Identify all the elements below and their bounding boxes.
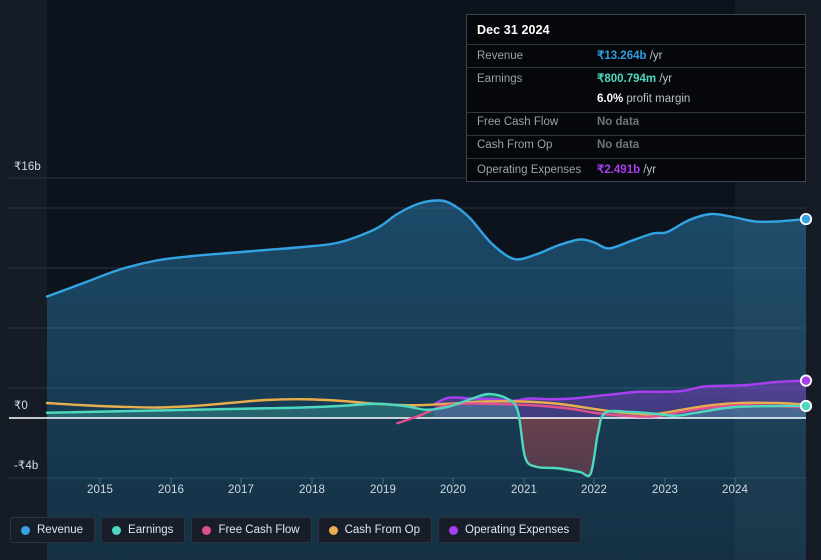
x-axis-tick-2017: 2017 bbox=[228, 484, 254, 496]
legend-item-cash-from-op[interactable]: Cash From Op bbox=[317, 517, 433, 543]
revenue-endpoint-marker bbox=[799, 212, 813, 226]
operating-expenses-endpoint-marker bbox=[799, 374, 813, 387]
tooltip-row-value: ₹2.491b /yr bbox=[597, 164, 657, 176]
tooltip-row-label: Cash From Op bbox=[477, 139, 553, 151]
x-axis-tick-2016: 2016 bbox=[158, 484, 184, 496]
legend-item-label: Operating Expenses bbox=[465, 524, 570, 536]
tooltip-row-value: No data bbox=[597, 116, 640, 128]
earnings-endpoint-marker bbox=[799, 399, 813, 413]
tooltip-row-label: Operating Expenses bbox=[477, 164, 582, 176]
legend-color-dot-icon bbox=[21, 525, 30, 535]
tooltip-rows: Revenue ₹13.264b /yr Earnings ₹800.794m /yr… bbox=[467, 44, 805, 181]
y-axis-label-top: ₹16b bbox=[14, 161, 41, 173]
legend-item-label: Cash From Op bbox=[344, 524, 421, 536]
x-axis-tick-2018: 2018 bbox=[299, 484, 325, 496]
tooltip-row-label: Revenue bbox=[477, 50, 524, 62]
tooltip-row-value: ₹13.264b /yr bbox=[597, 50, 663, 62]
legend-item-revenue[interactable]: Revenue bbox=[10, 517, 96, 543]
tooltip-row-label: Earnings bbox=[477, 73, 523, 85]
legend-color-dot-icon bbox=[328, 525, 338, 535]
y-axis-label-zero: ₹0 bbox=[14, 400, 28, 412]
legend-color-dot-icon bbox=[112, 525, 122, 535]
y-axis-label-bottom: -₹4b bbox=[14, 460, 39, 472]
chart-legend[interactable]: Revenue Earnings Free Cash Flow Cash From O… bbox=[10, 517, 582, 543]
x-axis-tick-2022: 2022 bbox=[581, 484, 607, 496]
x-axis-tick-2019: 2019 bbox=[370, 484, 396, 496]
x-axis-tick-2024: 2024 bbox=[722, 484, 748, 496]
legend-item-earnings[interactable]: Earnings bbox=[101, 517, 186, 543]
tooltip-row-label: Free Cash Flow bbox=[477, 116, 559, 128]
legend-item-operating-expenses[interactable]: Operating Expenses bbox=[438, 517, 582, 543]
tooltip-row: Earnings ₹800.794m /yr bbox=[467, 67, 805, 90]
data-tooltip: Dec 31 2024 Revenue ₹13.264b /yr Earnings ₹… bbox=[466, 14, 806, 182]
legend-color-dot-icon bbox=[202, 525, 212, 535]
x-axis-tick-2023: 2023 bbox=[652, 484, 678, 496]
tooltip-row-value: ₹800.794m /yr bbox=[597, 73, 673, 85]
legend-item-free-cash-flow[interactable]: Free Cash Flow bbox=[191, 517, 312, 543]
tooltip-row: Free Cash Flow No data bbox=[467, 112, 805, 135]
x-axis-tick-2021: 2021 bbox=[511, 484, 537, 496]
financial-chart: ₹16b ₹0 -₹4b 2015 2016 2017 2018 2019 2020 202… bbox=[0, 0, 821, 560]
legend-item-label: Revenue bbox=[37, 524, 84, 536]
tooltip-row-value: No data bbox=[597, 139, 640, 151]
x-axis-tick-2015: 2015 bbox=[87, 484, 113, 496]
legend-item-label: Free Cash Flow bbox=[218, 524, 300, 536]
tooltip-row: 6.0% profit margin bbox=[467, 90, 805, 112]
tooltip-row-value: 6.0% profit margin bbox=[597, 93, 691, 105]
x-axis-tick-2020: 2020 bbox=[440, 484, 466, 496]
tooltip-row: Revenue ₹13.264b /yr bbox=[467, 44, 805, 67]
tooltip-date: Dec 31 2024 bbox=[477, 23, 550, 37]
tooltip-row: Operating Expenses ₹2.491b /yr bbox=[467, 158, 805, 181]
tooltip-row: Cash From Op No data bbox=[467, 135, 805, 158]
legend-color-dot-icon bbox=[449, 525, 459, 535]
legend-item-label: Earnings bbox=[128, 524, 174, 536]
